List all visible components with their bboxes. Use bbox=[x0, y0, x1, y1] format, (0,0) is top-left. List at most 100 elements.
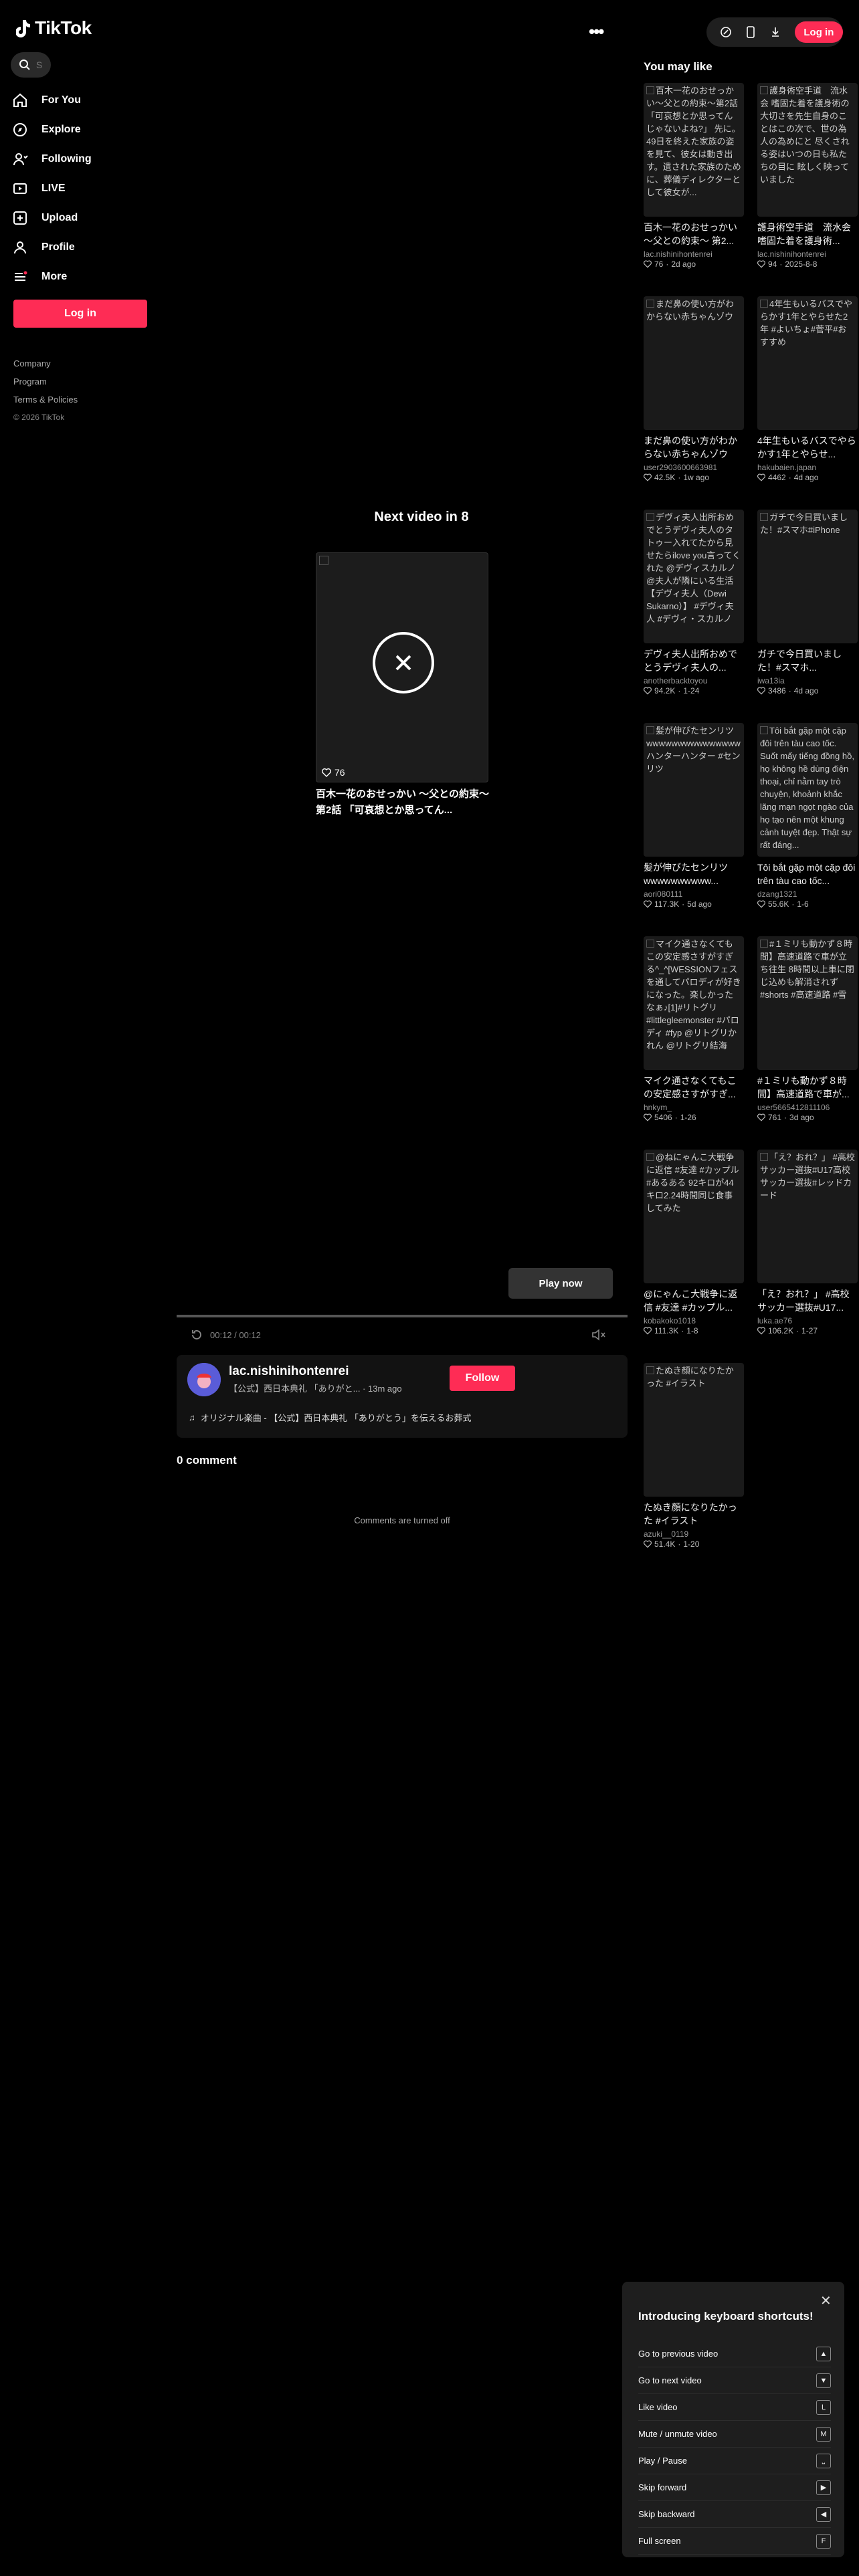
comments-count: 0 comment bbox=[177, 1454, 237, 1467]
video-author[interactable]: lac.nishinihontenrei bbox=[644, 249, 744, 259]
video-title[interactable]: マイク通さなくてもこの安定感さすがすぎ... bbox=[644, 1074, 744, 1101]
play-now-button[interactable]: Play now bbox=[508, 1268, 613, 1299]
video-thumbnail[interactable]: まだ鼻の使い方がわからない赤ちゃんゾウ bbox=[644, 296, 744, 430]
recommended-video-card[interactable]: @ねにゃんこ大戦争に返信 #友達 #カップル #あるある 92キロが44キロ2.… bbox=[644, 1150, 744, 1362]
follow-button[interactable]: Follow bbox=[450, 1366, 515, 1391]
video-author[interactable]: anotherbacktoyou bbox=[644, 676, 744, 685]
recommended-video-card[interactable]: 髪が伸びたセンリツ wwwwwwwwwwwwwwwハンターハンター #センリツ髪… bbox=[644, 723, 744, 936]
sidebar-item-following[interactable]: Following bbox=[12, 144, 153, 174]
cancel-autoplay-button[interactable] bbox=[373, 632, 434, 693]
video-thumbnail[interactable]: デヴィ夫人出所おめでとうデヴィ夫人のタトゥー入れてたから見せたらilove yo… bbox=[644, 510, 744, 643]
search-box[interactable] bbox=[11, 52, 51, 78]
video-title[interactable]: 百木一花のおせっかい 〜父との約束〜 第2... bbox=[644, 221, 744, 247]
video-author[interactable]: dzang1321 bbox=[757, 889, 858, 899]
music-title: オリジナル楽曲 - 【公式】西日本典礼 「ありがとう」を伝えるお葬式 bbox=[200, 1413, 472, 1423]
sidebar-item-profile[interactable]: Profile bbox=[12, 233, 153, 262]
more-options-icon[interactable]: ••• bbox=[589, 21, 604, 42]
footer-link-program[interactable]: Program bbox=[13, 372, 78, 391]
recommended-video-card[interactable]: マイク通さなくてもこの安定感さすがすぎる^_^[WESSIONフェスを通してパロ… bbox=[644, 936, 744, 1149]
video-title[interactable]: 4年生もいるバスでやらかす1年とやらせ... bbox=[757, 434, 858, 461]
recommended-video-card[interactable]: 4年生もいるバスでやらかす1年とやらせた2年 #よいちょ#菅平#おすすめ 4年生も… bbox=[757, 296, 858, 509]
video-author[interactable]: user2903600663981 bbox=[644, 463, 744, 472]
coin-icon[interactable] bbox=[716, 22, 735, 42]
video-title[interactable]: 護身術空手道 流水会 嗜固た着を護身術... bbox=[757, 221, 858, 247]
video-thumbnail[interactable]: 「え？おれ？」 #高校サッカー選抜#U17高校サッカー選抜#レッドカード bbox=[757, 1150, 858, 1283]
meta-separator: · bbox=[666, 259, 669, 269]
recommended-video-card[interactable]: #１ミリも動かず８時間】高速道路で車が立ち往生 8時間以上車に閉じ込めも解消され… bbox=[757, 936, 858, 1149]
recommended-video-card[interactable]: Tôi bắt gặp một cặp đôi trên tàu cao tốc… bbox=[757, 723, 858, 936]
video-thumbnail[interactable]: Tôi bắt gặp một cặp đôi trên tàu cao tốc… bbox=[757, 723, 858, 857]
video-author[interactable]: hnkym_ bbox=[644, 1103, 744, 1112]
video-thumbnail[interactable]: 護身術空手道 流水会 嗜固た着を護身術の大切さを先生自身のことはこの次で、世の為… bbox=[757, 83, 858, 217]
search-input[interactable] bbox=[36, 60, 45, 70]
video-progress-bar[interactable] bbox=[177, 1315, 628, 1317]
next-video-caption[interactable]: 百木一花のおせっかい 〜父との約束〜 第2話 「可哀想とか思ってん... bbox=[316, 786, 490, 819]
heart-icon bbox=[757, 1327, 765, 1335]
video-thumbnail[interactable]: 4年生もいるバスでやらかす1年とやらせた2年 #よいちょ#菅平#おすすめ bbox=[757, 296, 858, 430]
shortcut-key: ▲ bbox=[816, 2346, 831, 2361]
mobile-app-icon[interactable] bbox=[741, 22, 760, 42]
sidebar-item-for-you[interactable]: For You bbox=[12, 86, 153, 115]
recommended-video-card[interactable]: 百木一花のおせっかい〜父との約束〜第2話「可哀想とか思ってんじゃないよね?」 先… bbox=[644, 83, 744, 296]
search-icon bbox=[19, 60, 30, 70]
video-thumbnail[interactable]: たぬき顔になりたかった #イラスト bbox=[644, 1363, 744, 1497]
video-author[interactable]: hakubaien.japan bbox=[757, 463, 858, 472]
recommended-video-card[interactable]: デヴィ夫人出所おめでとうデヴィ夫人のタトゥー入れてたから見せたらilove yo… bbox=[644, 510, 744, 722]
recommended-video-card[interactable]: 護身術空手道 流水会 嗜固た着を護身術の大切さを先生自身のことはこの次で、世の為… bbox=[757, 83, 858, 296]
video-author[interactable]: kobakoko1018 bbox=[644, 1316, 744, 1325]
volume-icon[interactable] bbox=[591, 1328, 606, 1345]
video-thumbnail[interactable]: 髪が伸びたセンリツ wwwwwwwwwwwwwwwハンターハンター #センリツ bbox=[644, 723, 744, 857]
video-title[interactable]: まだ鼻の使い方がわからない赤ちゃんゾウ bbox=[644, 434, 744, 461]
video-title[interactable]: 髪が伸びたセンリツ wwwwwwwwww... bbox=[644, 861, 744, 887]
recommended-video-card[interactable]: まだ鼻の使い方がわからない赤ちゃんゾウ まだ鼻の使い方がわからない赤ちゃんゾウ us… bbox=[644, 296, 744, 509]
video-thumbnail[interactable]: @ねにゃんこ大戦争に返信 #友達 #カップル #あるある 92キロが44キロ2.… bbox=[644, 1150, 744, 1283]
video-thumbnail[interactable]: ガチで今日買いました！#スマホ#iPhone bbox=[757, 510, 858, 643]
video-thumbnail[interactable]: #１ミリも動かず８時間】高速道路で車が立ち往生 8時間以上車に閉じ込めも解消され… bbox=[757, 936, 858, 1070]
sidebar-item-explore[interactable]: Explore bbox=[12, 115, 153, 144]
sidebar-item-more[interactable]: More bbox=[12, 262, 153, 292]
video-title[interactable]: ガチで今日買いました！#スマホ... bbox=[757, 647, 858, 674]
sidebar-item-label: For You bbox=[41, 94, 81, 106]
next-video-card[interactable]: 76 bbox=[316, 552, 488, 782]
meta-separator: · bbox=[674, 1113, 678, 1122]
thumbnail-alt-text: 4年生もいるバスでやらかす1年とやらせた2年 #よいちょ#菅平#おすすめ bbox=[760, 299, 852, 347]
avatar[interactable] bbox=[187, 1363, 221, 1396]
sidebar-item-label: LIVE bbox=[41, 183, 66, 194]
recommended-video-card[interactable]: 「え？おれ？」 #高校サッカー選抜#U17高校サッカー選抜#レッドカード「え？お… bbox=[757, 1150, 858, 1362]
post-date: 1-6 bbox=[797, 899, 809, 909]
replay-icon[interactable] bbox=[190, 1328, 203, 1341]
video-title[interactable]: #１ミリも動かず８時間】高速道路で車が... bbox=[757, 1074, 858, 1101]
video-title[interactable]: デヴィ夫人出所おめでとうデヴィ夫人の... bbox=[644, 647, 744, 674]
video-author[interactable]: luka.ae76 bbox=[757, 1316, 858, 1325]
video-author[interactable]: lac.nishinihontenrei bbox=[757, 249, 858, 259]
close-icon[interactable]: ✕ bbox=[820, 2292, 832, 2309]
recommended-video-card[interactable]: ガチで今日買いました！#スマホ#iPhone ガチで今日買いました！#スマホ...… bbox=[757, 510, 858, 722]
video-title[interactable]: 「え？おれ？」 #高校サッカー選抜#U17... bbox=[757, 1287, 858, 1314]
video-title[interactable]: たぬき顔になりたかった #イラスト bbox=[644, 1501, 744, 1527]
video-author[interactable]: iwa13ia bbox=[757, 676, 858, 685]
author-username[interactable]: lac.nishinihontenrei bbox=[229, 1364, 349, 1379]
video-title[interactable]: Tôi bắt gặp một cặp đôi trên tàu cao tốc… bbox=[757, 861, 858, 887]
footer-link-company[interactable]: Company bbox=[13, 354, 78, 372]
recommended-video-card[interactable]: たぬき顔になりたかった #イラスト たぬき顔になりたかった #イラスト azuki_… bbox=[644, 1363, 744, 1576]
video-author[interactable]: user5665412811106 bbox=[757, 1103, 858, 1112]
video-meta: 55.6K · 1-6 bbox=[757, 899, 858, 909]
shortcut-key: ▶ bbox=[816, 2480, 831, 2495]
like-count: 117.3K bbox=[654, 899, 680, 909]
video-author[interactable]: azuki__0119 bbox=[644, 1529, 744, 1539]
top-login-button[interactable]: Log in bbox=[794, 21, 843, 43]
video-title[interactable]: @にゃんこ大戦争に返信 #友達 #カップル... bbox=[644, 1287, 744, 1314]
sidebar-item-live[interactable]: LIVE bbox=[12, 174, 153, 203]
video-thumbnail[interactable]: マイク通さなくてもこの安定感さすがすぎる^_^[WESSIONフェスを通してパロ… bbox=[644, 936, 744, 1070]
download-app-icon[interactable] bbox=[766, 22, 785, 42]
sidebar-item-upload[interactable]: Upload bbox=[12, 203, 153, 233]
post-date: 1-20 bbox=[683, 1539, 700, 1549]
video-author[interactable]: aori080111 bbox=[644, 889, 744, 899]
sidebar-login-button[interactable]: Log in bbox=[13, 300, 147, 328]
video-thumbnail[interactable]: 百木一花のおせっかい〜父との約束〜第2話「可哀想とか思ってんじゃないよね?」 先… bbox=[644, 83, 744, 217]
music-link[interactable]: ♫ オリジナル楽曲 - 【公式】西日本典礼 「ありがとう」を伝えるお葬式 bbox=[189, 1411, 472, 1424]
tiktok-logo[interactable]: TikTok bbox=[15, 17, 92, 39]
video-meta: 106.2K · 1-27 bbox=[757, 1326, 858, 1335]
shortcut-label: Go to next video bbox=[638, 2375, 702, 2385]
footer-link-terms[interactable]: Terms & Policies bbox=[13, 391, 78, 409]
